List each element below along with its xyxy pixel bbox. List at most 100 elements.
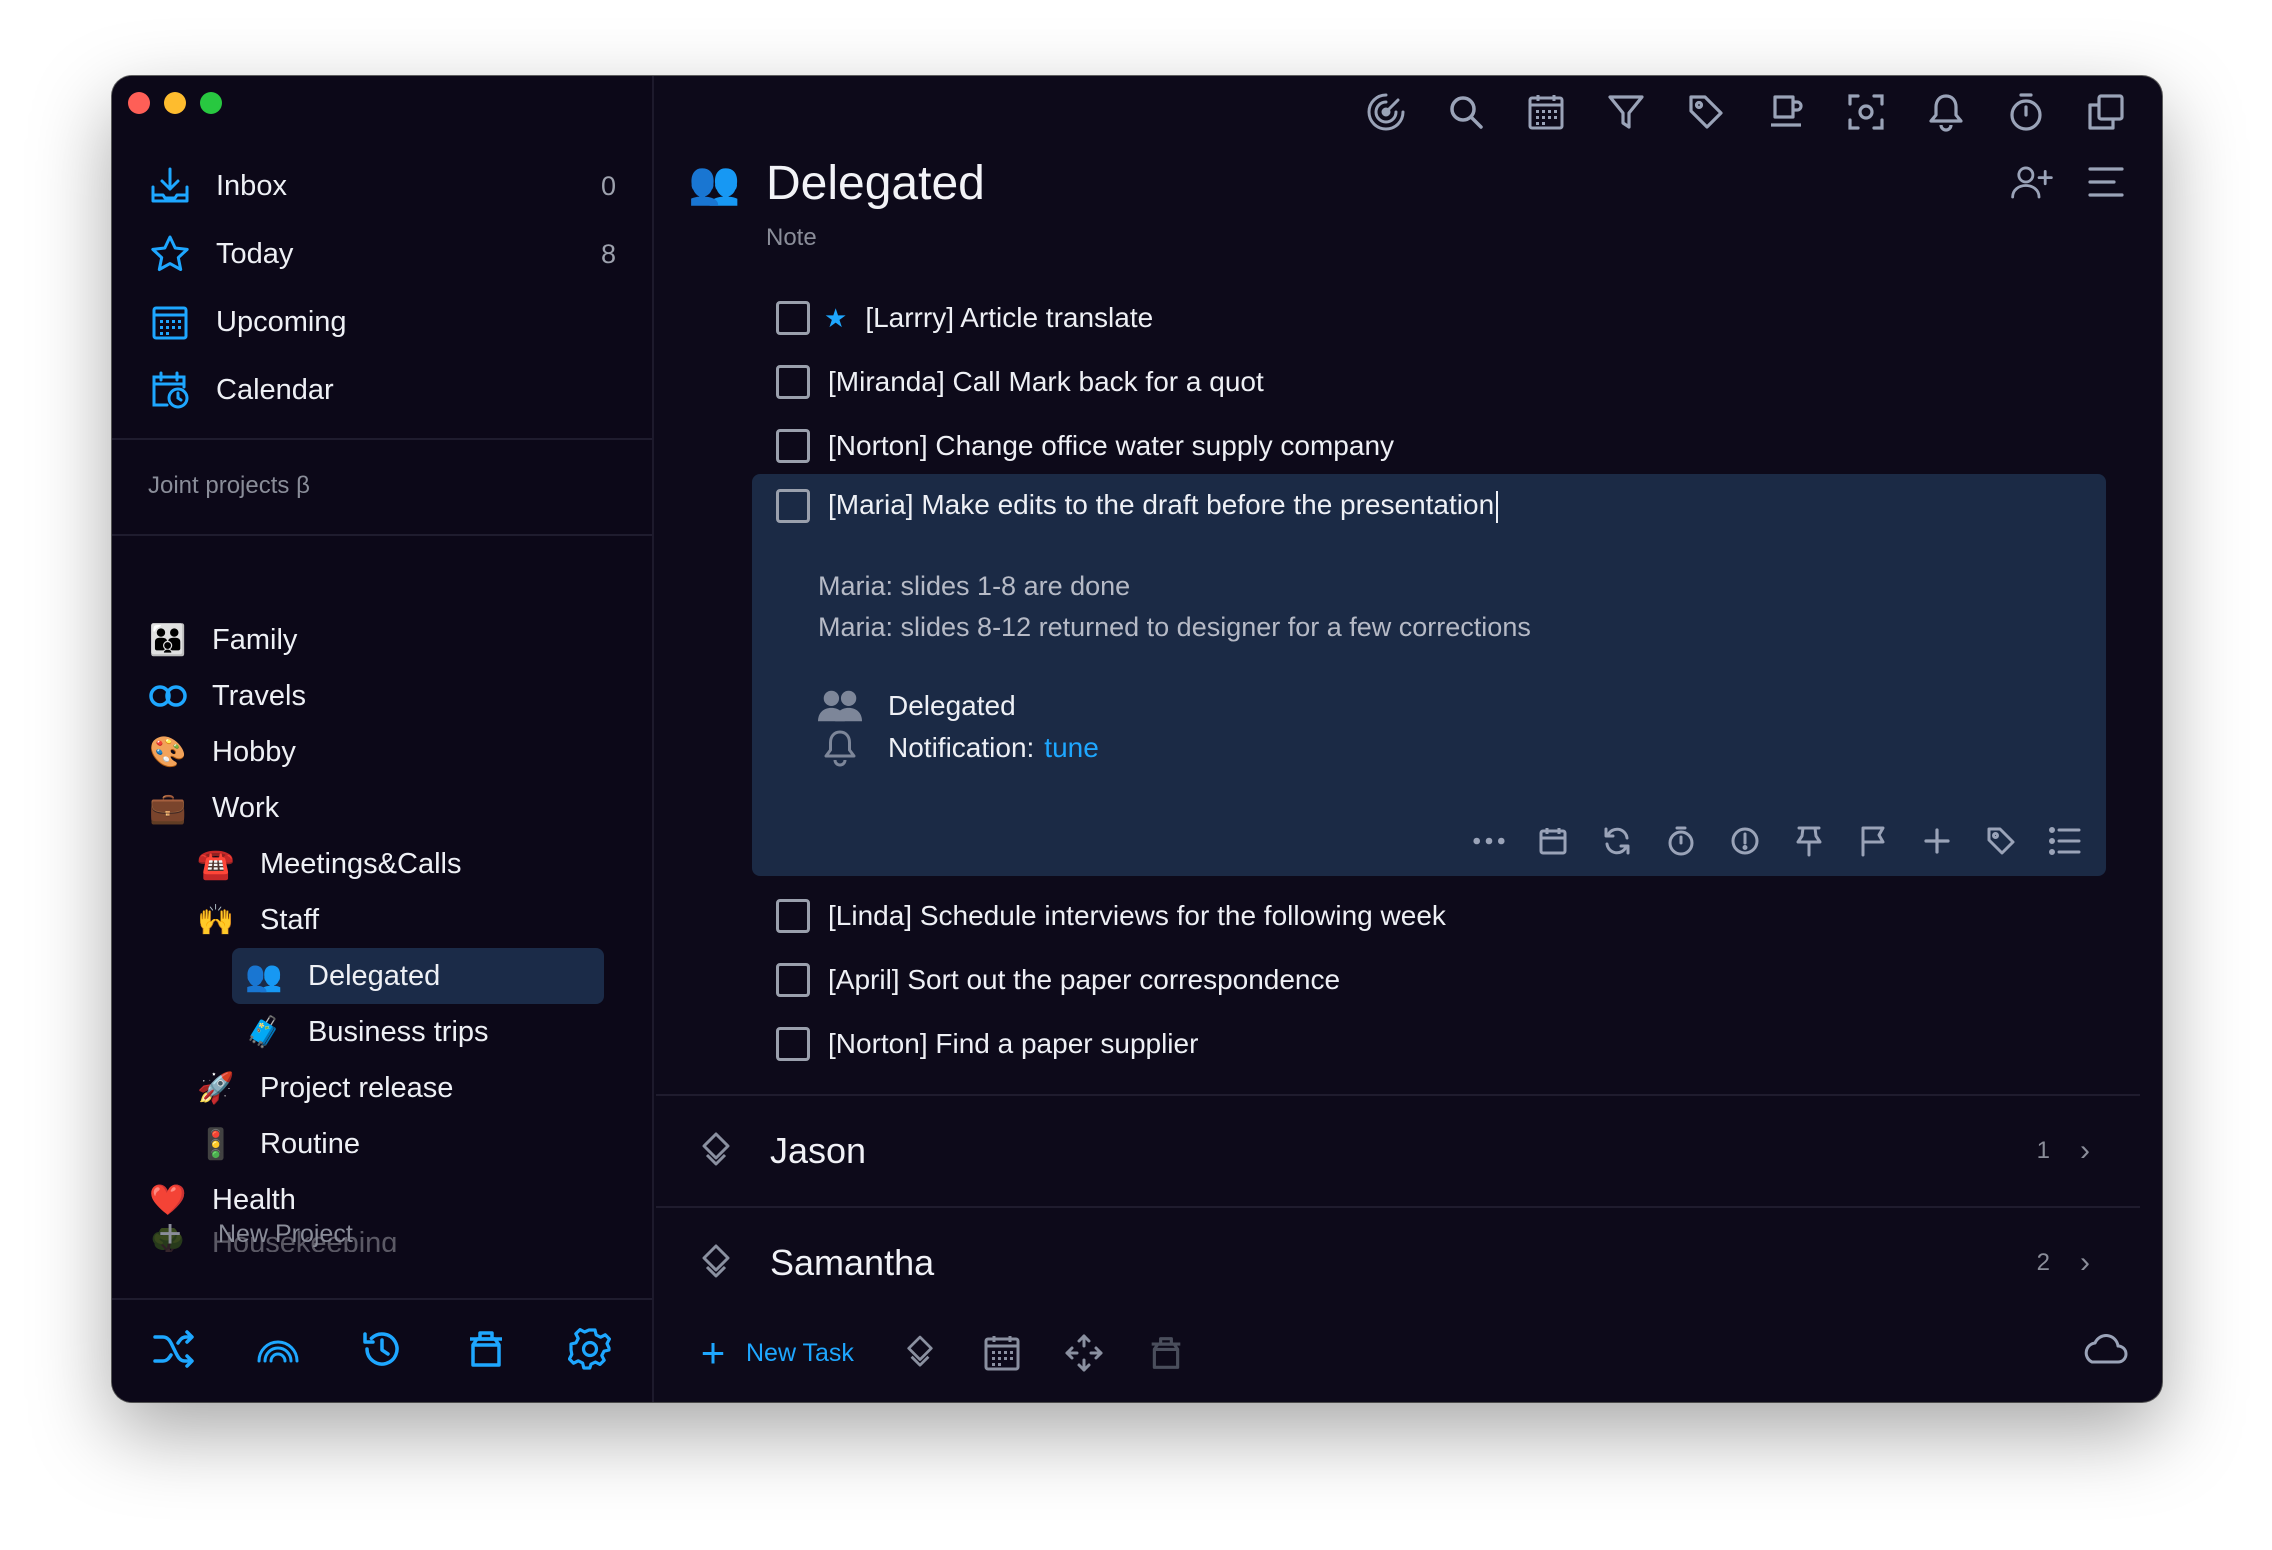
new-section-icon[interactable]	[898, 1331, 942, 1375]
task-title[interactable]: [Norton] Change office water supply comp…	[828, 430, 1394, 462]
repeat-icon[interactable]	[1600, 824, 1634, 858]
project-routine[interactable]: 🚦 Routine	[112, 1116, 652, 1172]
task-title-input[interactable]: [Maria] Make edits to the draft before t…	[828, 489, 1498, 523]
flag-icon[interactable]	[1856, 824, 1890, 858]
project-project-release[interactable]: 🚀 Project release	[112, 1060, 652, 1116]
rainbow-icon[interactable]	[255, 1326, 301, 1372]
screenshot-icon[interactable]	[1844, 90, 1888, 134]
nav-calendar[interactable]: Calendar	[112, 356, 652, 424]
task-checkbox[interactable]	[776, 301, 810, 335]
project-business-trips[interactable]: 🧳 Business trips	[112, 1004, 652, 1060]
task-checkbox[interactable]	[776, 1027, 810, 1061]
task-item-expanded[interactable]: [Maria] Make edits to the draft before t…	[752, 474, 2106, 538]
group-samantha[interactable]: Samantha 2 ›	[656, 1206, 2140, 1318]
task-item[interactable]: [Norton] Find a paper supplier	[656, 1012, 2162, 1076]
sidebar-divider	[112, 1298, 652, 1300]
luggage-icon: 🧳	[245, 1015, 283, 1049]
task-title[interactable]: [Norton] Find a paper supplier	[828, 1028, 1198, 1060]
top-toolbar	[1364, 90, 2128, 134]
add-user-icon[interactable]	[2010, 160, 2054, 204]
plus-icon: +	[158, 1212, 182, 1256]
task-checkbox[interactable]	[776, 899, 810, 933]
timer-icon[interactable]	[2004, 90, 2048, 134]
page-title[interactable]: Delegated	[766, 156, 985, 211]
chevron-right-icon[interactable]: ›	[2080, 1246, 2090, 1280]
nav-inbox[interactable]: Inbox 0	[112, 152, 652, 220]
project-travels[interactable]: Travels	[112, 668, 652, 724]
heart-icon: ❤️	[149, 1183, 187, 1217]
briefcase-icon: 💼	[149, 791, 187, 825]
project-family[interactable]: 👪 Family	[112, 612, 652, 668]
project-delegated[interactable]: 👥 Delegated	[112, 948, 652, 1004]
history-icon[interactable]	[359, 1326, 405, 1372]
task-item[interactable]: [Norton] Change office water supply comp…	[656, 414, 2162, 478]
pin-icon[interactable]	[1792, 824, 1826, 858]
nav-upcoming[interactable]: Upcoming	[112, 288, 652, 356]
group-jason[interactable]: Jason 1 ›	[656, 1094, 2140, 1206]
bell-icon[interactable]	[1924, 90, 1968, 134]
zoom-window-button[interactable]	[200, 92, 222, 114]
trash-icon[interactable]	[463, 1326, 509, 1372]
joint-projects-label[interactable]: Joint projects β	[148, 472, 310, 500]
calendar-icon[interactable]	[1524, 90, 1568, 134]
timer-icon[interactable]	[1664, 824, 1698, 858]
project-hobby[interactable]: 🎨 Hobby	[112, 724, 652, 780]
nav-today[interactable]: Today 8	[112, 220, 652, 288]
trash-icon[interactable]	[1144, 1331, 1188, 1375]
project-meetings-calls[interactable]: ☎️ Meetings&Calls	[112, 836, 652, 892]
rocket-icon: 🚀	[197, 1071, 235, 1105]
task-project-row[interactable]: Delegated	[818, 684, 1016, 728]
checklist-icon[interactable]	[2048, 824, 2082, 858]
task-title[interactable]: [April] Sort out the paper correspondenc…	[828, 964, 1340, 996]
nav-label: Today	[216, 237, 294, 270]
filter-icon[interactable]	[1604, 90, 1648, 134]
task-checkbox[interactable]	[776, 489, 810, 523]
task-item[interactable]: ★ [Larrry] Article translate	[656, 286, 2162, 350]
task-title[interactable]: [Larrry] Article translate	[865, 302, 1153, 334]
more-icon[interactable]	[1472, 824, 1506, 858]
minimize-window-button[interactable]	[164, 92, 186, 114]
focus-icon[interactable]	[1364, 90, 1408, 134]
coffee-icon[interactable]	[1764, 90, 1808, 134]
priority-icon[interactable]	[1728, 824, 1762, 858]
notification-tune-link[interactable]: tune	[1044, 732, 1099, 764]
new-project-button[interactable]: + New Project	[148, 1212, 352, 1256]
task-item[interactable]: [Linda] Schedule interviews for the foll…	[656, 884, 2162, 948]
tag-icon[interactable]	[1984, 824, 2018, 858]
gear-icon[interactable]	[567, 1326, 613, 1372]
task-item[interactable]: [Miranda] Call Mark back for a quot	[656, 350, 2162, 414]
task-title[interactable]: [Miranda] Call Mark back for a quot	[828, 366, 1264, 398]
chevron-right-icon[interactable]: ›	[2080, 1134, 2090, 1168]
project-work[interactable]: 💼 Work	[112, 780, 652, 836]
project-header: 👥 Delegated	[688, 156, 985, 211]
search-icon[interactable]	[1444, 90, 1488, 134]
nav-label: Calendar	[216, 373, 334, 406]
project-note[interactable]: Note	[766, 224, 817, 252]
new-task-button[interactable]: + New Task	[696, 1332, 854, 1374]
task-checkbox[interactable]	[776, 365, 810, 399]
cloud-sync-icon[interactable]	[2080, 1330, 2128, 1374]
task-notification-row[interactable]: Notification: tune	[818, 726, 1099, 770]
task-checkbox[interactable]	[776, 963, 810, 997]
project-label: Hobby	[212, 735, 296, 768]
traffic-light-icon: 🚦	[197, 1127, 235, 1161]
add-subtask-icon[interactable]	[1920, 824, 1954, 858]
duplicate-icon[interactable]	[2084, 90, 2128, 134]
close-window-button[interactable]	[128, 92, 150, 114]
nav-count: 8	[600, 238, 616, 269]
section-icon	[696, 1129, 736, 1173]
task-notes[interactable]: Maria: slides 1-8 are done Maria: slides…	[818, 566, 1531, 648]
task-item[interactable]: [April] Sort out the paper correspondenc…	[656, 948, 2162, 1012]
task-checkbox[interactable]	[776, 429, 810, 463]
calendar-icon[interactable]	[980, 1331, 1024, 1375]
project-label: Delegated	[308, 959, 441, 992]
calendar-icon[interactable]	[1536, 824, 1570, 858]
tag-icon[interactable]	[1684, 90, 1728, 134]
main-nav: Inbox 0 Today 8 Upcoming Calendar	[112, 152, 652, 424]
new-task-label: New Task	[746, 1338, 854, 1367]
move-icon[interactable]	[1062, 1331, 1106, 1375]
project-staff[interactable]: 🙌 Staff	[112, 892, 652, 948]
menu-icon[interactable]	[2084, 160, 2128, 204]
task-title[interactable]: [Linda] Schedule interviews for the foll…	[828, 900, 1446, 932]
shuffle-icon[interactable]	[151, 1326, 197, 1372]
